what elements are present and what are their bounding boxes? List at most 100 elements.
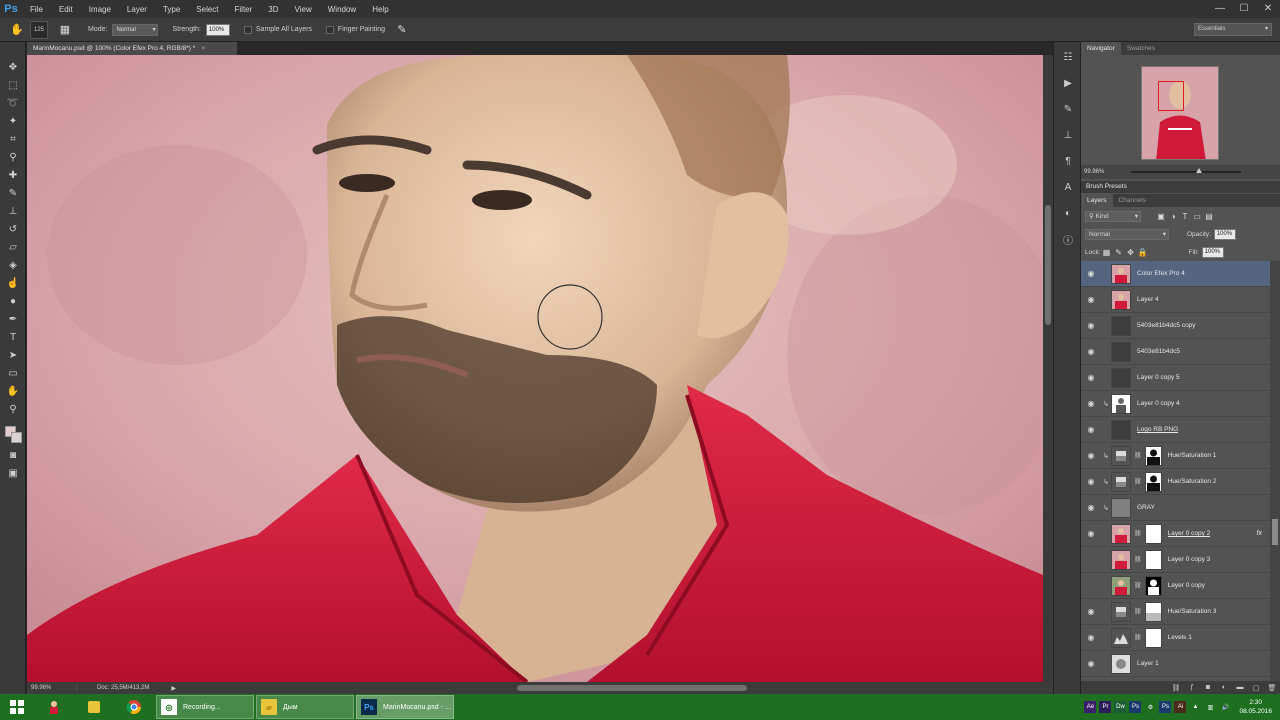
layer-thumbnail[interactable] xyxy=(1111,653,1131,674)
layer-mask-thumbnail[interactable] xyxy=(1144,549,1162,570)
history-panel-icon[interactable]: ☷ xyxy=(1054,46,1082,68)
eraser-tool-icon[interactable]: ▱ xyxy=(0,238,26,256)
clone-source-icon[interactable]: ⊥ xyxy=(1054,124,1082,146)
navigator-thumbnail[interactable] xyxy=(1141,66,1219,160)
menu-type[interactable]: Type xyxy=(155,5,188,14)
filter-type-icon[interactable]: T xyxy=(1179,212,1191,221)
layers-scroll-thumb[interactable] xyxy=(1272,519,1278,545)
volume-icon[interactable]: 🔊 xyxy=(1219,701,1231,713)
mask-link-icon[interactable]: ⛓ xyxy=(1134,608,1142,615)
layer-thumbnail[interactable] xyxy=(1111,575,1131,596)
lock-position-icon[interactable]: ✥ xyxy=(1125,248,1137,257)
history-brush-tool-icon[interactable]: ↺ xyxy=(0,220,26,238)
visibility-eye-icon[interactable]: ◉ xyxy=(1081,269,1101,278)
type-tool-icon[interactable]: T xyxy=(0,328,26,346)
screen-mode-icon[interactable]: ▣ xyxy=(0,464,26,482)
mask-link-icon[interactable]: ⛓ xyxy=(1134,530,1142,537)
layer-name[interactable]: Layer 0 copy 5 xyxy=(1137,374,1180,381)
network-icon[interactable]: ▥ xyxy=(1204,701,1216,713)
layer-thumbnail[interactable] xyxy=(1111,549,1131,570)
brush-panel-toggle-icon[interactable]: ▦ xyxy=(56,21,74,39)
marquee-tool-icon[interactable]: ⬚ xyxy=(0,76,26,94)
mask-link-icon[interactable]: ⛓ xyxy=(1134,634,1142,641)
layer-row[interactable]: ◉ Logo RB PNG xyxy=(1081,417,1270,443)
layer-row[interactable]: ◉ ⛓ Layer 0 copy 3 xyxy=(1081,547,1270,573)
layer-name[interactable]: Hue/Saturation 2 xyxy=(1168,478,1217,485)
layer-mask-thumbnail[interactable] xyxy=(1144,523,1162,544)
layer-name[interactable]: Layer 0 copy xyxy=(1168,582,1205,589)
new-group-icon[interactable]: ▬ xyxy=(1232,684,1248,691)
tray-app-icon[interactable]: Ae xyxy=(1084,701,1097,713)
vertical-scroll-thumb[interactable] xyxy=(1045,205,1051,325)
visibility-eye-icon[interactable]: ◉ xyxy=(1081,581,1101,590)
layer-name[interactable]: 5403e81b4dc5 xyxy=(1137,348,1180,355)
adjustments-panel-icon[interactable]: ◐ xyxy=(1054,202,1082,224)
layer-name[interactable]: Layer 4 xyxy=(1137,296,1159,303)
layer-row[interactable]: ◉ Layer 0 copy 5 xyxy=(1081,365,1270,391)
new-adjustment-icon[interactable]: ◐ xyxy=(1216,684,1232,691)
tab-navigator[interactable]: Navigator xyxy=(1081,42,1121,55)
visibility-eye-icon[interactable]: ◉ xyxy=(1081,503,1101,512)
layer-thumbnail[interactable] xyxy=(1111,289,1131,310)
menu-select[interactable]: Select xyxy=(188,5,226,14)
tray-app-icon[interactable]: Dw xyxy=(1114,701,1127,713)
layer-thumbnail[interactable] xyxy=(1111,601,1131,622)
close-button[interactable]: ✕ xyxy=(1256,0,1280,16)
layer-name[interactable]: GRAY xyxy=(1137,504,1155,511)
blend-mode-select[interactable]: Normal xyxy=(1085,228,1169,240)
menu-edit[interactable]: Edit xyxy=(51,5,81,14)
brush-panel-icon[interactable]: ✎ xyxy=(1054,98,1082,120)
layer-thumbnail[interactable] xyxy=(1111,523,1131,544)
visibility-eye-icon[interactable]: ◉ xyxy=(1081,321,1101,330)
brush-tool-icon[interactable]: ✎ xyxy=(0,184,26,202)
layer-thumbnail[interactable] xyxy=(1111,393,1131,414)
navigator-zoom-value[interactable]: 99.96% xyxy=(1084,169,1104,175)
layer-row[interactable]: ◉ ↳ Layer 0 copy 4 xyxy=(1081,391,1270,417)
mask-link-icon[interactable]: ⛓ xyxy=(1134,556,1142,563)
menu-layer[interactable]: Layer xyxy=(119,5,155,14)
strength-field[interactable]: 100% xyxy=(205,23,230,36)
layer-row[interactable]: ◉ 5403e81b4dc5 xyxy=(1081,339,1270,365)
tray-app-icon[interactable]: Ps xyxy=(1129,701,1142,713)
menu-window[interactable]: Window xyxy=(320,5,364,14)
pen-tool-icon[interactable]: ✒ xyxy=(0,310,26,328)
finger-painting-checkbox[interactable] xyxy=(325,25,334,34)
layer-thumbnail[interactable] xyxy=(1111,627,1131,648)
layer-row[interactable]: ◉ ⛓ Layer 0 copy 2 fx xyxy=(1081,521,1270,547)
layer-kind-filter[interactable]: ⚲ Kind xyxy=(1085,210,1141,222)
filter-shape-icon[interactable]: ▭ xyxy=(1191,212,1203,221)
status-menu-arrow[interactable]: ▶ xyxy=(171,685,176,692)
pinned-notes-icon[interactable] xyxy=(74,694,114,720)
layer-name[interactable]: Hue/Saturation 1 xyxy=(1168,452,1217,459)
smudge-tool-icon[interactable]: ✋ xyxy=(8,21,26,39)
smudge-tool-icon[interactable]: ☝ xyxy=(0,274,26,292)
visibility-eye-icon[interactable]: ◉ xyxy=(1081,659,1101,668)
layer-row[interactable]: ◉ Layer 1 xyxy=(1081,651,1270,677)
lasso-tool-icon[interactable]: ➰ xyxy=(0,94,26,112)
brush-size-picker[interactable]: 125 xyxy=(30,20,48,39)
tray-app-icon[interactable]: Pr xyxy=(1099,701,1112,713)
filter-adjustment-icon[interactable]: ◑ xyxy=(1167,212,1179,221)
visibility-eye-icon[interactable]: ◉ xyxy=(1081,451,1101,460)
image-canvas[interactable] xyxy=(27,55,1043,682)
taskbar-app-button[interactable]: ◎ Recording... xyxy=(156,695,254,719)
layer-row[interactable]: ◉ ⛓ Levels 1 xyxy=(1081,625,1270,651)
add-mask-icon[interactable]: ◙ xyxy=(1200,684,1216,691)
path-select-tool-icon[interactable]: ➤ xyxy=(0,346,26,364)
actions-panel-icon[interactable]: ▶ xyxy=(1054,72,1082,94)
healing-brush-tool-icon[interactable]: ✚ xyxy=(0,166,26,184)
layer-row[interactable]: ◉ ↳ ⛓ Hue/Saturation 2 xyxy=(1081,469,1270,495)
link-layers-icon[interactable]: ⛓ xyxy=(1168,684,1184,692)
menu-filter[interactable]: Filter xyxy=(227,5,261,14)
zoom-tool-icon[interactable]: ⚲ xyxy=(0,400,26,418)
dodge-tool-icon[interactable]: ● xyxy=(0,292,26,310)
info-panel-icon[interactable]: ⓘ xyxy=(1054,228,1082,250)
layer-thumbnail[interactable] xyxy=(1111,497,1131,518)
layer-row[interactable]: ◉ 5403e81b4dc5 copy xyxy=(1081,313,1270,339)
layer-name[interactable]: 5403e81b4dc5 copy xyxy=(1137,322,1196,329)
layer-thumbnail[interactable] xyxy=(1111,315,1131,336)
visibility-eye-icon[interactable]: ◉ xyxy=(1081,607,1101,616)
visibility-eye-icon[interactable]: ◉ xyxy=(1081,529,1101,538)
layer-row[interactable]: ◉ ⛓ Hue/Saturation 3 xyxy=(1081,599,1270,625)
pressure-icon[interactable]: ✎ xyxy=(393,21,411,39)
